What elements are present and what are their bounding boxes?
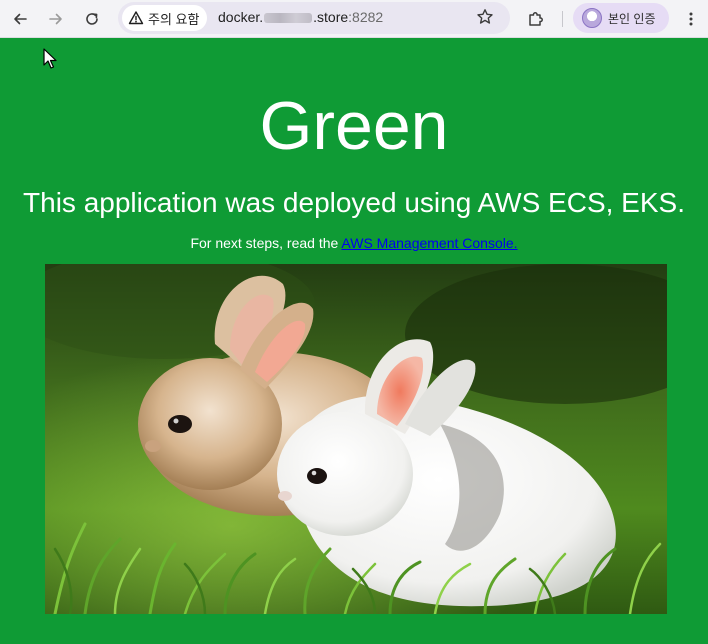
url-port: :8282 bbox=[348, 9, 384, 25]
browser-toolbar: 주의 요함 docker. .store:8282 본인 인증 bbox=[0, 0, 708, 38]
bunnies-photo bbox=[45, 264, 667, 614]
next-steps-text: For next steps, read the AWS Management … bbox=[0, 234, 708, 252]
profile-button[interactable]: 본인 인증 bbox=[573, 3, 669, 33]
arrow-left-icon bbox=[14, 13, 27, 25]
kebab-menu-icon bbox=[689, 12, 693, 26]
url-text[interactable]: docker. .store:8282 bbox=[218, 9, 383, 25]
browser-menu-button[interactable] bbox=[678, 5, 704, 33]
aws-console-link[interactable]: AWS Management Console. bbox=[341, 235, 517, 251]
warning-triangle-icon bbox=[128, 11, 144, 25]
security-status-chip[interactable]: 주의 요함 bbox=[122, 5, 208, 31]
page-subtitle: This application was deployed using AWS … bbox=[23, 187, 685, 218]
bunnies-photo-illustration bbox=[45, 264, 667, 614]
puzzle-icon bbox=[529, 12, 543, 26]
toolbar-divider bbox=[562, 11, 563, 27]
url-redaction-blur bbox=[264, 13, 313, 24]
extensions-button[interactable] bbox=[522, 5, 550, 33]
arrow-right-icon bbox=[49, 13, 62, 25]
reload-icon bbox=[86, 13, 98, 25]
url-host-prefix: docker. bbox=[218, 9, 264, 25]
back-button[interactable] bbox=[6, 5, 34, 33]
next-steps-prefix: For next steps, read the bbox=[190, 235, 342, 251]
avatar bbox=[582, 8, 602, 28]
forward-button[interactable] bbox=[42, 5, 70, 33]
page-body: Green This application was deployed usin… bbox=[0, 38, 708, 644]
url-host-suffix: .store bbox=[313, 9, 349, 25]
security-label: 주의 요함 bbox=[148, 11, 200, 27]
address-bar[interactable]: 주의 요함 docker. .store:8282 bbox=[118, 2, 510, 34]
mouse-cursor-icon bbox=[43, 48, 57, 69]
profile-label: 본인 인증 bbox=[608, 11, 656, 26]
page-title: Green bbox=[259, 88, 449, 164]
reload-button[interactable] bbox=[78, 5, 106, 33]
bookmark-button[interactable] bbox=[472, 4, 498, 30]
star-icon bbox=[477, 9, 493, 24]
